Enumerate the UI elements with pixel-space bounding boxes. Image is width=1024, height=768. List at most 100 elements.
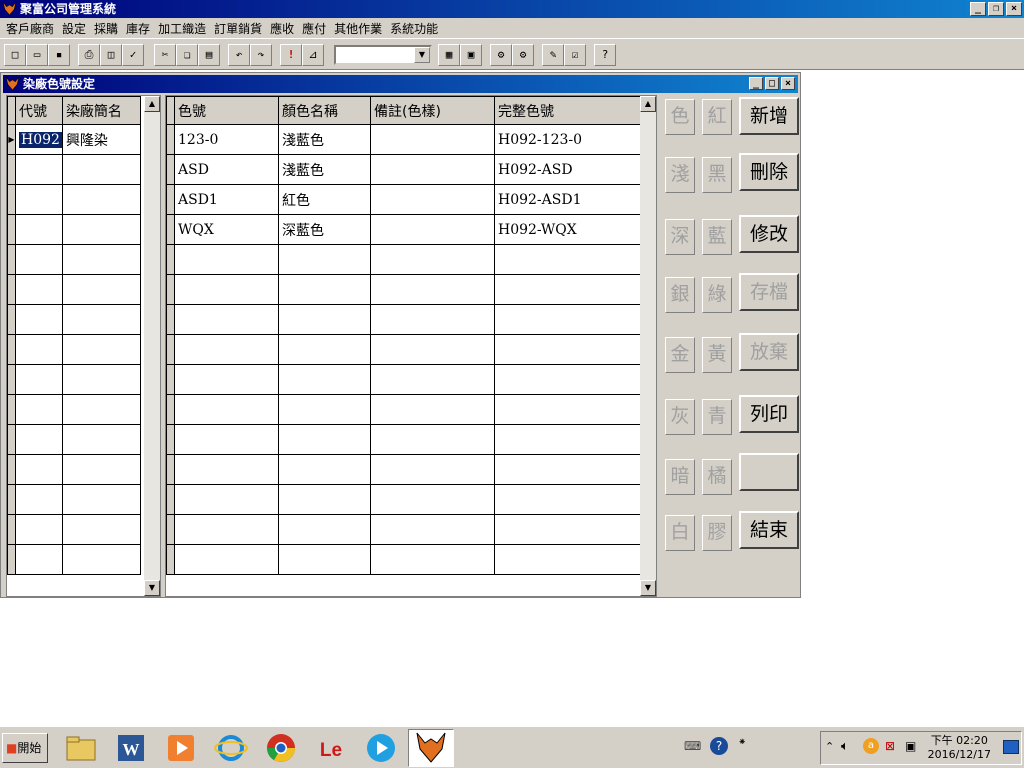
minimize-button[interactable]: _ [970,2,986,16]
help-icon[interactable]: ? [594,44,616,66]
scroll-down-icon[interactable]: ▼ [144,580,160,596]
remark-cell[interactable] [370,124,495,155]
color-btn-gold[interactable]: 金 [665,337,695,373]
cut-icon[interactable]: ✂ [154,44,176,66]
header-full-code[interactable]: 完整色號 [494,96,643,125]
color-btn-rubber[interactable]: 膠 [702,515,732,551]
header-code[interactable]: 代號 [15,96,63,125]
menu-customers[interactable]: 客戶廠商 [4,20,60,37]
form-icon[interactable]: ▦ [438,44,460,66]
redo-icon[interactable]: ↷ [250,44,272,66]
header-color-name[interactable]: 顏色名稱 [278,96,371,125]
table-row[interactable]: ASD1 紅色 H092-ASD1 [166,184,643,215]
color-btn-deep[interactable]: 深 [665,219,695,255]
header-factory-name[interactable]: 染廠簡名 [61,96,141,125]
color-btn-silver[interactable]: 銀 [665,277,695,313]
table-row[interactable]: ASD 淺藍色 H092-ASD [166,154,643,185]
spellcheck-icon[interactable]: ✓ [122,44,144,66]
exit-button[interactable]: 結束 [739,511,799,549]
table-row[interactable] [166,544,643,575]
table-row[interactable] [7,364,141,395]
check-doc-icon[interactable]: ☑ [564,44,586,66]
table-row[interactable] [166,484,643,515]
table-row[interactable] [166,424,643,455]
file-explorer-icon[interactable] [64,731,98,765]
print-icon[interactable]: ⎙ [78,44,100,66]
restore-button[interactable]: ❐ [988,2,1004,16]
show-hidden-icons-icon[interactable]: ⌃ [825,740,834,753]
table-row[interactable]: 123-0 淺藍色 H092-123-0 [166,124,643,155]
add-button[interactable]: 新增 [739,97,799,135]
table-row[interactable] [7,514,141,545]
color-btn-green[interactable]: 綠 [702,277,732,313]
remark-cell[interactable] [370,154,495,185]
table-row[interactable] [7,544,141,575]
remark-cell[interactable] [370,214,495,245]
child-minimize-button[interactable]: _ [749,77,763,90]
chevron-down-icon[interactable]: ▼ [414,47,430,63]
full-code-cell[interactable]: H092-123-0 [494,124,643,155]
color-btn-white[interactable]: 白 [665,515,695,551]
color-name-cell[interactable]: 紅色 [278,184,371,215]
menu-receivable[interactable]: 應收 [268,20,300,37]
media-player-icon[interactable] [164,731,198,765]
print-button[interactable]: 列印 [739,395,799,433]
table-row[interactable] [7,244,141,275]
table-row[interactable]: ▶ H092 興隆染 [7,124,141,155]
discard-button[interactable]: 放棄 [739,333,799,371]
scroll-down-icon[interactable]: ▼ [640,580,656,596]
child-close-button[interactable]: × [781,77,795,90]
letv-icon[interactable]: Le [314,731,348,765]
menu-purchase[interactable]: 採購 [92,20,124,37]
table-row[interactable] [7,274,141,305]
header-remark[interactable]: 備註(色樣) [370,96,495,125]
fox-app-taskbar-button[interactable] [408,729,454,767]
child-maximize-button[interactable]: □ [765,77,779,90]
table-row[interactable] [7,184,141,215]
paste-icon[interactable]: ▤ [198,44,220,66]
color-code-cell[interactable]: ASD1 [174,184,279,215]
table-row[interactable] [166,274,643,305]
color-btn-cyan[interactable]: 青 [702,399,732,435]
color-btn-yellow[interactable]: 黃 [702,337,732,373]
table-row[interactable] [166,364,643,395]
table-row[interactable] [166,394,643,425]
save-disk-icon[interactable]: ▪ [48,44,70,66]
menu-orders[interactable]: 訂單銷貨 [212,20,268,37]
factory-name-cell[interactable]: 興隆染 [61,124,141,155]
color-btn-black[interactable]: 黑 [702,157,732,193]
table-row[interactable] [7,454,141,485]
color-btn-red[interactable]: 紅 [702,99,732,135]
color-btn-color[interactable]: 色 [665,99,695,135]
table-row[interactable] [166,244,643,275]
table-row[interactable] [7,484,141,515]
table-row[interactable] [166,334,643,365]
remark-cell[interactable] [370,184,495,215]
toolbar-select[interactable]: ▼ [334,45,432,65]
color-code-cell[interactable]: 123-0 [174,124,279,155]
header-color-code[interactable]: 色號 [174,96,279,125]
full-code-cell[interactable]: H092-ASD1 [494,184,643,215]
antivirus-icon[interactable]: a [863,738,879,754]
scroll-up-icon[interactable]: ▲ [144,96,160,112]
menu-payable[interactable]: 應付 [300,20,332,37]
table-row[interactable] [7,334,141,365]
color-name-cell[interactable]: 淺藍色 [278,124,371,155]
menu-inventory[interactable]: 庫存 [124,20,156,37]
color-btn-orange[interactable]: 橘 [702,459,732,495]
table-row[interactable] [166,304,643,335]
table-row[interactable] [7,214,141,245]
scroll-up-icon[interactable]: ▲ [640,96,656,112]
print-preview-icon[interactable]: ◫ [100,44,122,66]
close-button[interactable]: × [1006,2,1022,16]
new-file-icon[interactable]: □ [4,44,26,66]
help-tray-icon[interactable]: ? [710,737,728,755]
image-icon[interactable]: ▣ [460,44,482,66]
input-options-icon[interactable]: ⁕ [738,737,746,748]
undo-icon[interactable]: ↶ [228,44,250,66]
show-desktop-icon[interactable] [1003,740,1019,754]
tools-icon[interactable]: ⚙ [490,44,512,66]
menu-other[interactable]: 其他作業 [332,20,388,37]
start-button[interactable]: ■開始 [2,733,48,763]
table-row[interactable]: WQX 深藍色 H092-WQX [166,214,643,245]
